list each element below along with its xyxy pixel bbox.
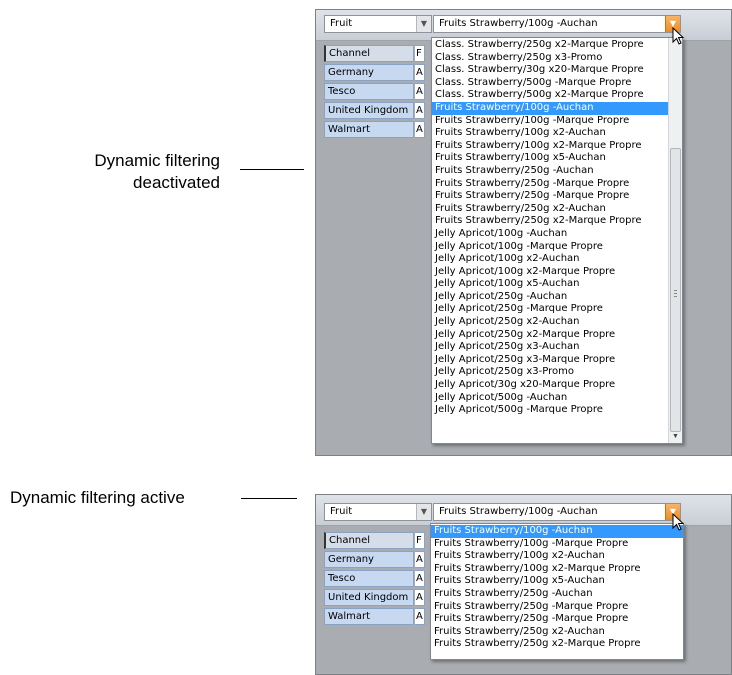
caption-deactivated-connector — [240, 169, 304, 170]
table-cell[interactable]: A — [415, 64, 425, 81]
panel-filtering-active: Fruit ▼ Fruits Strawberry/100g -Auchan ▼… — [315, 494, 732, 675]
mouse-pointer-icon — [672, 27, 684, 45]
table-row: United Kingdom A — [324, 589, 425, 606]
channel-table: Channel F Germany A Tesco A United Kingdom A Wal… — [324, 532, 425, 627]
list-item[interactable]: Class. Strawberry/500g -Marque Propre — [432, 77, 668, 90]
product-dropdown-list[interactable]: Fruits Strawberry/100g -Auchan Fruits Str… — [430, 523, 684, 660]
table-row-label: Germany — [324, 551, 414, 568]
panel-filtering-deactivated: Fruit ▼ Fruits Strawberry/100g -Auchan ▼… — [315, 9, 732, 456]
dimension-combo-value: Fruit — [330, 18, 353, 29]
caption-deactivated-line1: Dynamic filtering — [94, 151, 220, 170]
scrollbar-thumb[interactable] — [670, 148, 681, 432]
list-item[interactable]: Fruits Strawberry/100g x2-Marque Propre — [432, 140, 668, 153]
table-row: Walmart A — [324, 608, 425, 625]
list-item[interactable]: Jelly Apricot/250g -Marque Propre — [432, 303, 668, 316]
list-item[interactable]: Fruits Strawberry/100g -Marque Propre — [431, 538, 683, 551]
mouse-pointer-icon — [672, 513, 684, 531]
table-cell[interactable]: A — [415, 83, 425, 100]
table-row-label: United Kingdom — [324, 589, 414, 606]
table-row-label: Walmart — [324, 121, 414, 138]
chevron-down-icon[interactable]: ▼ — [416, 504, 431, 520]
list-item[interactable]: Jelly Apricot/100g -Auchan — [432, 228, 668, 241]
list-item[interactable]: Fruits Strawberry/250g -Marque Propre — [431, 613, 683, 626]
list-item[interactable]: Fruits Strawberry/100g x2-Auchan — [431, 550, 683, 563]
list-item[interactable]: Fruits Strawberry/100g x5-Auchan — [431, 575, 683, 588]
table-row: United Kingdom A — [324, 102, 425, 119]
list-item[interactable]: Jelly Apricot/30g x20-Marque Propre — [432, 379, 668, 392]
list-item[interactable]: Jelly Apricot/500g -Marque Propre — [432, 404, 668, 417]
table-row-label: Germany — [324, 64, 414, 81]
table-row: Tesco A — [324, 570, 425, 587]
table-row: Germany A — [324, 64, 425, 81]
caption-active: Dynamic filtering active — [10, 488, 185, 507]
chevron-down-icon[interactable]: ▼ — [416, 16, 431, 32]
list-item[interactable]: Fruits Strawberry/250g -Marque Propre — [432, 178, 668, 191]
list-item[interactable]: Jelly Apricot/100g x2-Auchan — [432, 253, 668, 266]
dimension-combo[interactable]: Fruit ▼ — [324, 15, 432, 33]
table-row: Channel F — [324, 45, 425, 62]
list-item-selected[interactable]: Fruits Strawberry/100g -Auchan — [431, 525, 683, 538]
list-item[interactable]: Class. Strawberry/250g x3-Promo — [432, 52, 668, 65]
list-item[interactable]: Fruits Strawberry/250g x2-Auchan — [431, 626, 683, 639]
scroll-down-icon[interactable]: ▼ — [669, 431, 682, 443]
table-cell[interactable]: A — [415, 570, 425, 587]
list-item[interactable]: Jelly Apricot/250g x2-Auchan — [432, 316, 668, 329]
dimension-combo[interactable]: Fruit ▼ — [324, 503, 432, 521]
table-cell[interactable]: A — [415, 551, 425, 568]
toolbar: Fruit ▼ Fruits Strawberry/100g -Auchan ▼ — [316, 495, 731, 526]
table-cell[interactable]: A — [415, 102, 425, 119]
table-header-label: Channel — [324, 45, 414, 62]
table-row: Germany A — [324, 551, 425, 568]
table-cell[interactable]: A — [415, 121, 425, 138]
table-row: Tesco A — [324, 83, 425, 100]
list-item[interactable]: Jelly Apricot/500g -Auchan — [432, 392, 668, 405]
caption-deactivated-line2: deactivated — [133, 173, 220, 192]
list-item[interactable]: Fruits Strawberry/100g x5-Auchan — [432, 152, 668, 165]
product-combo[interactable]: Fruits Strawberry/100g -Auchan ▼ — [433, 503, 681, 521]
table-row-label: United Kingdom — [324, 102, 414, 119]
product-dropdown-list[interactable]: Class. Strawberry/250g x2-Marque Propre C… — [431, 37, 683, 444]
list-item-selected[interactable]: Fruits Strawberry/100g -Auchan — [432, 101, 668, 115]
channel-table: Channel F Germany A Tesco A United Kingdom A Wal… — [324, 45, 425, 140]
list-item[interactable]: Fruits Strawberry/100g -Marque Propre — [432, 115, 668, 128]
table-cell[interactable]: F — [415, 532, 425, 549]
list-item[interactable]: Fruits Strawberry/100g x2-Marque Propre — [431, 563, 683, 576]
list-item[interactable]: Jelly Apricot/250g x3-Auchan — [432, 341, 668, 354]
scroll-grip-icon — [674, 290, 677, 297]
list-item[interactable]: Jelly Apricot/250g x3-Marque Propre — [432, 354, 668, 367]
list-item[interactable]: Fruits Strawberry/250g -Auchan — [432, 165, 668, 178]
table-cell[interactable]: A — [415, 589, 425, 606]
list-item[interactable]: Fruits Strawberry/250g -Marque Propre — [432, 190, 668, 203]
list-item[interactable]: Jelly Apricot/100g x2-Marque Propre — [432, 266, 668, 279]
list-item[interactable]: Fruits Strawberry/250g x2-Auchan — [432, 203, 668, 216]
list-item[interactable]: Class. Strawberry/30g x20-Marque Propre — [432, 64, 668, 77]
list-item[interactable]: Jelly Apricot/100g x5-Auchan — [432, 278, 668, 291]
list-item[interactable]: Fruits Strawberry/250g -Auchan — [431, 588, 683, 601]
product-combo[interactable]: Fruits Strawberry/100g -Auchan ▼ — [433, 15, 681, 33]
table-cell[interactable]: F — [415, 45, 425, 62]
caption-active-connector — [241, 498, 297, 499]
list-item[interactable]: Fruits Strawberry/250g x2-Marque Propre — [431, 638, 683, 651]
list-item[interactable]: Jelly Apricot/250g x2-Marque Propre — [432, 329, 668, 342]
list-item[interactable]: Jelly Apricot/250g x3-Promo — [432, 366, 668, 379]
table-header-label: Channel — [324, 532, 414, 549]
table-row-label: Tesco — [324, 83, 414, 100]
product-combo-value: Fruits Strawberry/100g -Auchan — [439, 18, 598, 29]
dropdown-scrollbar[interactable]: ▼ — [668, 38, 682, 443]
list-item[interactable]: Fruits Strawberry/250g -Marque Propre — [431, 601, 683, 614]
list-item[interactable]: Fruits Strawberry/250g x2-Marque Propre — [432, 215, 668, 228]
table-row-label: Tesco — [324, 570, 414, 587]
list-item[interactable]: Jelly Apricot/250g -Auchan — [432, 291, 668, 304]
table-row-label: Walmart — [324, 608, 414, 625]
list-item[interactable]: Fruits Strawberry/100g x2-Auchan — [432, 127, 668, 140]
list-item[interactable]: Class. Strawberry/500g x2-Marque Propre — [432, 89, 668, 102]
dimension-combo-value: Fruit — [330, 506, 353, 517]
table-row: Channel F — [324, 532, 425, 549]
table-cell[interactable]: A — [415, 608, 425, 625]
table-row: Walmart A — [324, 121, 425, 138]
product-combo-value: Fruits Strawberry/100g -Auchan — [439, 506, 598, 517]
list-item[interactable]: Jelly Apricot/100g -Marque Propre — [432, 241, 668, 254]
list-item[interactable]: Class. Strawberry/250g x2-Marque Propre — [432, 39, 668, 52]
